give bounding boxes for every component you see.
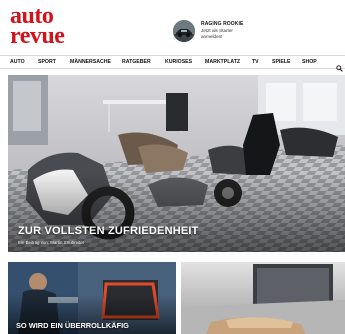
promo-title: RAGING ROOKIE	[201, 21, 244, 27]
hero-title[interactable]: ZUR VOLLSTEN ZUFRIEDENHEIT	[18, 225, 199, 238]
nav-item-sport[interactable]: SPORT	[38, 59, 56, 66]
article-card-laptop[interactable]	[181, 262, 345, 334]
promo-subtitle: Jetzt als Starter anmelden!	[201, 28, 233, 39]
promo-text: RAGING ROOKIE Jetzt als Starter anmelden…	[201, 21, 283, 40]
search-icon[interactable]	[336, 59, 343, 72]
car-avatar-icon	[173, 20, 195, 42]
nav-item-maennersache[interactable]: MÄNNERSACHE	[70, 59, 111, 66]
article-card-image	[181, 262, 345, 334]
hero-article[interactable]: ZUR VOLLSTEN ZUFRIEDENHEIT Ein Beitrag v…	[8, 75, 345, 252]
nav-item-kurioses[interactable]: KURIOSES	[165, 59, 192, 66]
article-card-rollcage[interactable]: SO WIRD EIN ÜBERROLLKÄFIG	[8, 262, 176, 334]
site-logo[interactable]: auto revue	[10, 4, 70, 49]
article-card-title[interactable]: SO WIRD EIN ÜBERROLLKÄFIG	[16, 321, 129, 330]
nav-item-marktplatz[interactable]: MARKTPLATZ	[205, 59, 240, 66]
raging-rookie-promo[interactable]: RAGING ROOKIE Jetzt als Starter anmelden…	[173, 20, 283, 46]
hero-byline: Ein Beitrag von: Martin Strubreiter	[18, 240, 85, 245]
nav-item-tv[interactable]: TV	[252, 59, 259, 66]
logo-word-revue: revue	[10, 23, 65, 49]
nav-item-shop[interactable]: SHOP	[302, 59, 317, 66]
main-navigation: AUTO SPORT MÄNNERSACHE RATGEBER KURIOSES…	[0, 55, 345, 72]
nav-item-ratgeber[interactable]: RATGEBER	[122, 59, 151, 66]
site-header: auto revue RAGING ROOKIE Jetzt als Start…	[0, 0, 345, 55]
nav-item-spiele[interactable]: SPIELE	[272, 59, 290, 66]
nav-item-auto[interactable]: AUTO	[10, 59, 25, 66]
